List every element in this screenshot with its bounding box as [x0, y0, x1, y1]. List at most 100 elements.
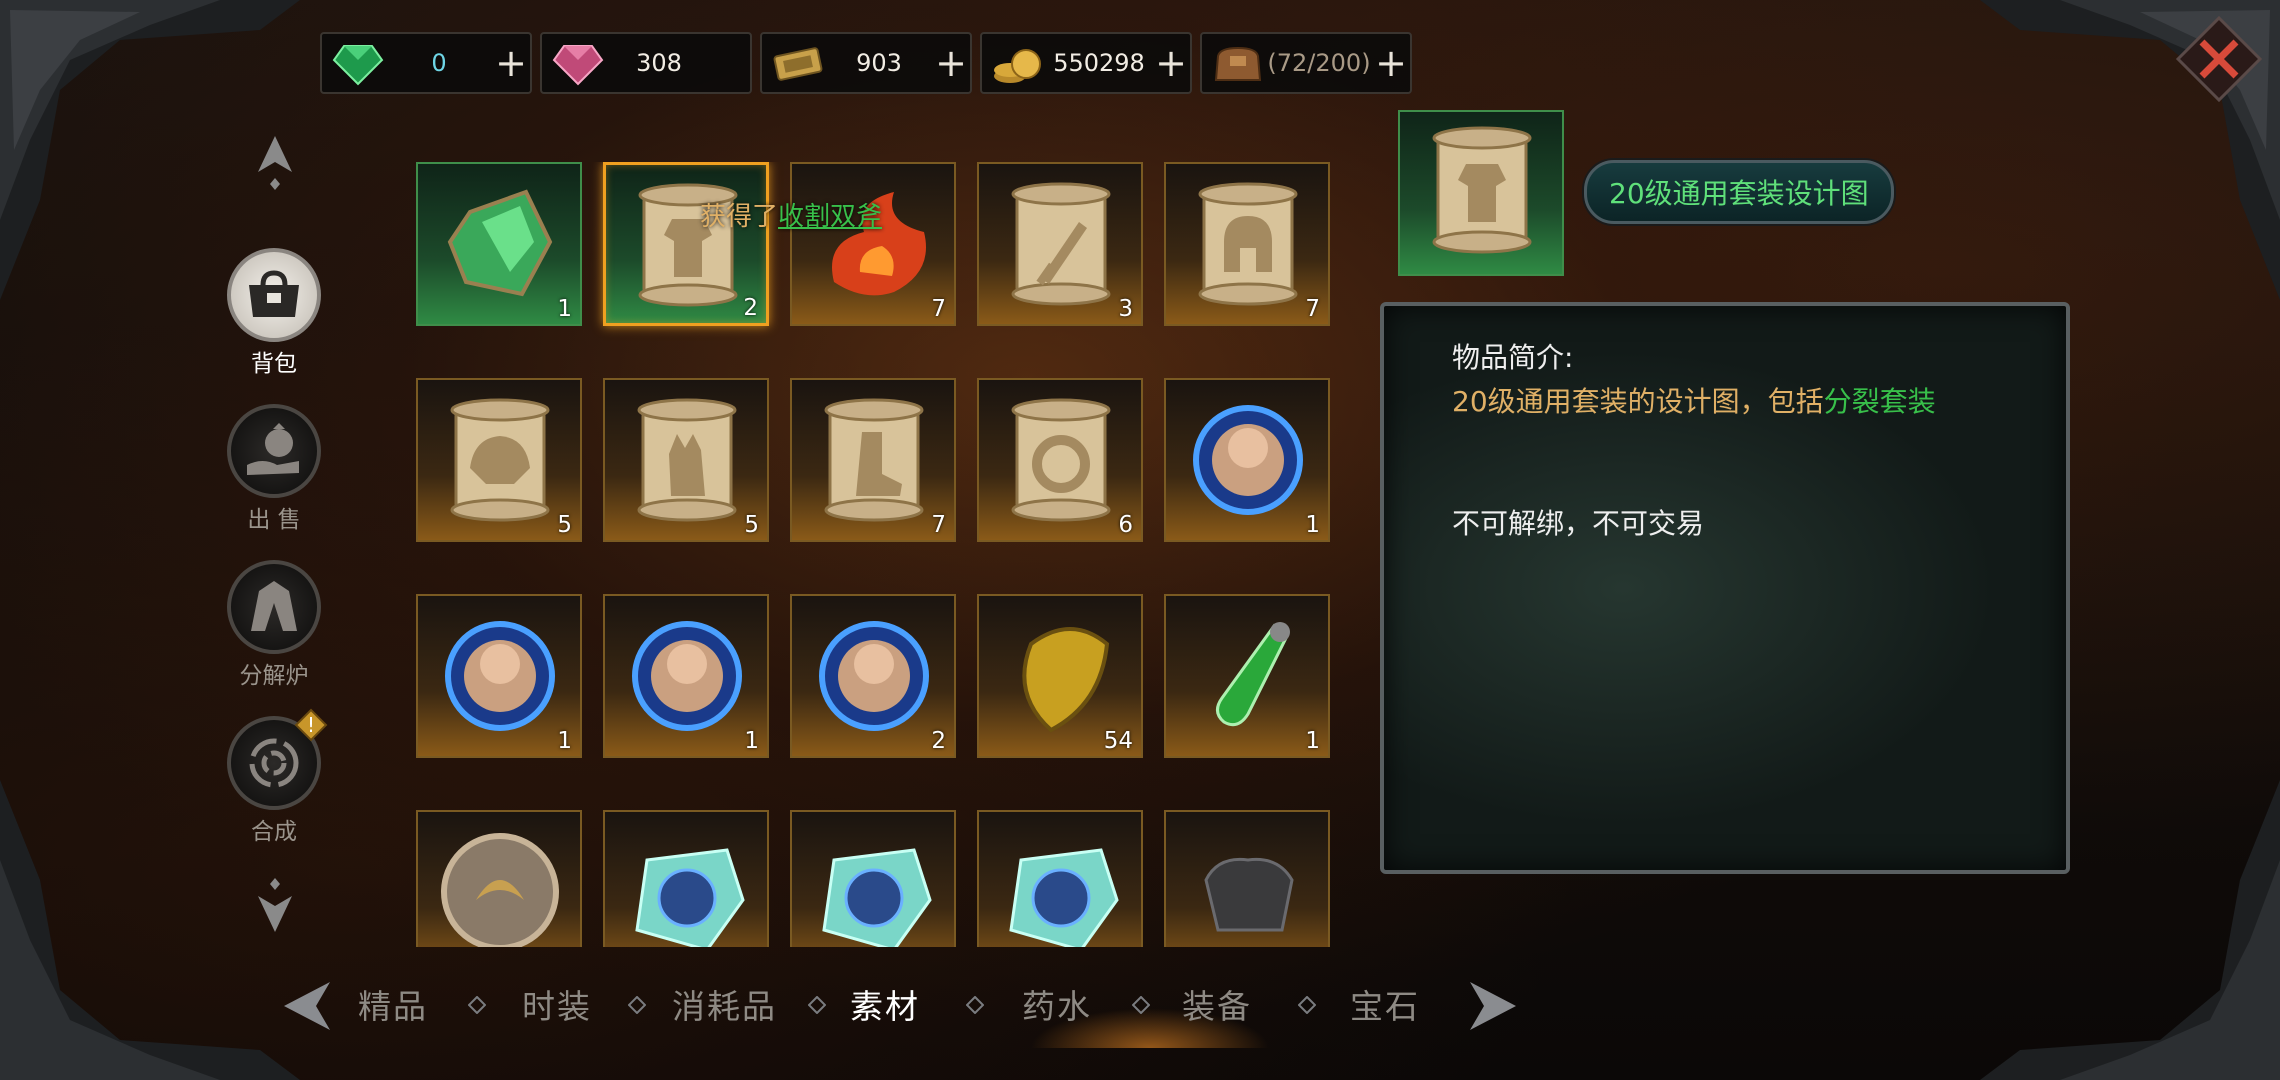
sidebar-item-label: 合成 — [251, 819, 297, 845]
inventory-slot[interactable]: 54 — [977, 594, 1143, 758]
hero-orb-icon — [819, 621, 929, 731]
crystal-hero-icon — [1009, 848, 1119, 947]
inventory-slot[interactable] — [977, 810, 1143, 947]
inventory-slot[interactable] — [1164, 810, 1330, 947]
description-text: 20级通用套装的设计图，包括分裂套装 — [1452, 385, 1936, 418]
scroll-armor-icon — [638, 183, 738, 307]
scroll-glove-icon — [637, 398, 737, 522]
loot-toast: 获得了收割双斧 — [700, 202, 883, 232]
scroll-ring-icon — [1011, 398, 1111, 522]
hero-orb-icon — [632, 621, 742, 731]
currency-gold: 550298 + — [980, 32, 1192, 94]
add-gold-button[interactable]: + — [1152, 44, 1190, 82]
selected-item-icon — [1398, 110, 1564, 276]
money-bag-hand-icon — [247, 423, 299, 475]
tab-next-icon[interactable] — [1460, 978, 1520, 1034]
inventory-slot[interactable]: 5 — [416, 378, 582, 542]
item-count: 1 — [557, 296, 572, 322]
currency-bar: 0 + 308 + 903 + 550298 + (72/200) + — [320, 32, 1412, 94]
currency-ticket: 903 + — [760, 32, 972, 94]
item-count: 3 — [1118, 296, 1133, 322]
alert-badge-icon: ! — [294, 708, 328, 742]
item-count: 7 — [931, 512, 946, 538]
scroll-armor-icon — [1432, 126, 1532, 254]
toast-item-name[interactable]: 收割双斧 — [778, 202, 882, 232]
inventory-slot[interactable]: 7 — [1164, 162, 1330, 326]
bag-capacity-value: (72/200) — [1267, 49, 1371, 77]
inventory-slot[interactable] — [416, 810, 582, 947]
item-count: 7 — [1305, 296, 1320, 322]
svg-text:!: ! — [307, 713, 315, 737]
item-count: 2 — [743, 295, 758, 321]
inventory-slot[interactable]: 6 — [977, 378, 1143, 542]
item-count: 7 — [931, 296, 946, 322]
inventory-slot[interactable] — [790, 810, 956, 947]
currency-value: 308 — [636, 49, 682, 77]
currency-diamond: 308 + — [540, 32, 752, 94]
tab-consumables[interactable]: 消耗品 — [672, 980, 777, 1028]
set-name-link[interactable]: 分裂套装 — [1824, 385, 1936, 418]
currency-value: 550298 — [1053, 49, 1145, 77]
inventory-slot[interactable]: 1 — [416, 594, 582, 758]
inventory-slot[interactable]: 1 — [1164, 378, 1330, 542]
fire-essence-icon — [832, 192, 926, 296]
inventory-slot[interactable] — [603, 810, 769, 947]
tab-equipment[interactable]: 装备 — [1182, 980, 1252, 1028]
inventory-slot[interactable]: 1 — [1164, 594, 1330, 758]
item-name-plate: 20级通用套装设计图 — [1584, 160, 1894, 224]
tab-prev-icon[interactable] — [280, 978, 340, 1034]
yellow-stone-icon — [1022, 627, 1110, 733]
item-count: 54 — [1103, 728, 1133, 754]
tab-potions[interactable]: 药水 — [1022, 980, 1092, 1028]
item-count: 6 — [1118, 512, 1133, 538]
item-description-panel: 物品简介: 20级通用套装的设计图，包括分裂套装 不可解绑，不可交易 — [1380, 302, 2070, 874]
add-ticket-button[interactable]: + — [932, 44, 970, 82]
item-count: 1 — [1305, 512, 1320, 538]
scroll-shoulder-icon — [450, 398, 550, 522]
sidebar-item-furnace[interactable]: 分解炉 — [222, 560, 326, 690]
currency-emerald: 0 + — [320, 32, 532, 94]
tab-fashion[interactable]: 时装 — [522, 980, 592, 1028]
inventory-slot[interactable]: 1 — [603, 594, 769, 758]
bronze-emblem-icon — [441, 833, 559, 947]
sidebar-item-label: 出 售 — [247, 507, 301, 533]
item-count: 1 — [744, 728, 759, 754]
inventory-slot[interactable]: 1 — [416, 162, 582, 326]
add-emerald-button[interactable]: + — [492, 44, 530, 82]
swirl-icon — [249, 738, 299, 788]
black-armor-icon — [1204, 857, 1294, 932]
bag-capacity: (72/200) + — [1200, 32, 1412, 94]
scroll-sword-icon — [1011, 182, 1111, 306]
bag-icon — [1214, 46, 1262, 81]
inventory-slot[interactable]: 3 — [977, 162, 1143, 326]
inventory-slot[interactable]: 7 — [790, 378, 956, 542]
emerald-gem-icon — [332, 45, 384, 86]
sidebar-item-sell[interactable]: 出 售 — [222, 404, 326, 534]
tab-premium[interactable]: 精品 — [358, 980, 428, 1028]
scroll-up-icon[interactable] — [250, 132, 300, 192]
inventory-slot[interactable]: 2 — [790, 594, 956, 758]
gold-coins-icon — [994, 49, 1041, 83]
green-ore-icon — [447, 189, 553, 297]
sidebar-item-synthesis[interactable]: 合成 ! — [222, 708, 328, 846]
hero-orb-icon — [1193, 405, 1303, 515]
scroll-boot-icon — [824, 398, 924, 522]
sidebar-item-bag[interactable]: 背包 — [222, 248, 326, 378]
scroll-down-icon[interactable] — [250, 876, 300, 936]
tab-gems[interactable]: 宝石 — [1350, 980, 1420, 1028]
sidebar-item-label: 背包 — [251, 351, 297, 377]
close-icon[interactable] — [2174, 14, 2264, 104]
gold-ticket-icon — [773, 47, 823, 81]
furnace-icon — [251, 581, 297, 631]
inventory-slot[interactable]: 2 — [603, 162, 769, 326]
inventory-slot[interactable]: 7 — [790, 162, 956, 326]
tab-materials[interactable]: 素材 — [850, 980, 920, 1028]
hero-orb-icon — [445, 621, 555, 731]
expand-bag-button[interactable]: + — [1372, 44, 1410, 82]
item-count: 1 — [557, 728, 572, 754]
sidebar-item-label: 分解炉 — [239, 663, 309, 689]
category-tabs: 精品 时装 消耗品 素材 药水 装备 宝石 — [270, 970, 1530, 1048]
binding-note: 不可解绑，不可交易 — [1452, 507, 1705, 540]
item-count: 1 — [1305, 728, 1320, 754]
inventory-slot[interactable]: 5 — [603, 378, 769, 542]
